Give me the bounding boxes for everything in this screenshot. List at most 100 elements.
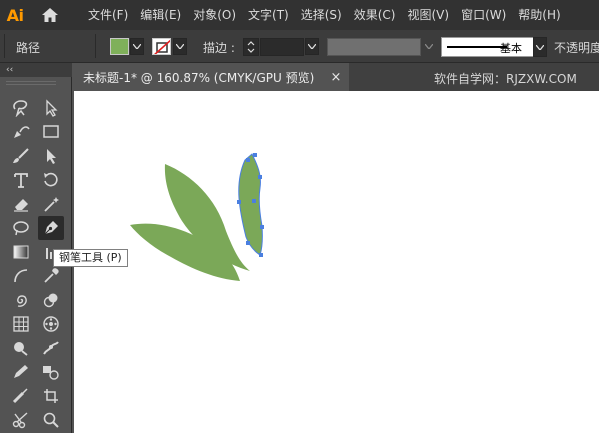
brush-definition-dropdown[interactable] <box>533 37 547 57</box>
artboard-canvas[interactable] <box>74 91 599 433</box>
puppet-warp-icon <box>43 341 59 355</box>
chevron-down-icon <box>176 44 184 49</box>
lasso-icon <box>13 221 29 236</box>
gradient-icon <box>13 245 29 259</box>
chevron-down-icon <box>133 44 141 49</box>
chevron-down-icon <box>425 44 433 49</box>
rotate-tool[interactable] <box>38 168 64 192</box>
leaf-artwork[interactable] <box>74 91 599 433</box>
blend-icon <box>43 293 58 308</box>
blob-brush-icon <box>12 388 28 404</box>
tools-panel: ‹‹ <box>0 63 72 433</box>
artboard-icon <box>44 389 58 403</box>
tools-panel-collapse[interactable]: ‹‹ <box>0 63 72 77</box>
menu-type[interactable]: 文字(T) <box>242 0 295 30</box>
watermark: 软件自学网：RJZXW.COM <box>434 72 577 86</box>
stepper-arrows-icon <box>247 41 255 53</box>
opacity-label[interactable]: 不透明度 <box>554 39 599 56</box>
app-logo: Ai <box>6 5 24 25</box>
brush-definition-label: 基本 <box>500 42 522 55</box>
anchor-point <box>246 158 250 162</box>
anchor-point <box>253 153 257 157</box>
gradient-tool[interactable] <box>8 240 34 264</box>
brush-stroke-preview <box>447 46 507 48</box>
pencil-tool[interactable] <box>8 360 34 384</box>
brush-definition-box[interactable]: 基本 <box>441 37 547 57</box>
magic-wand-lasso-tool[interactable] <box>8 96 34 120</box>
rectangle-tool[interactable] <box>38 120 64 144</box>
type-icon <box>14 173 28 188</box>
spiral-icon <box>17 295 27 307</box>
document-tab[interactable]: 未标题-1* @ 160.87% (CMYK/GPU 预览) × <box>72 63 349 91</box>
close-icon[interactable]: × <box>327 67 345 87</box>
tools-panel-grip[interactable] <box>6 81 56 85</box>
menu-window[interactable]: 窗口(W) <box>455 0 512 30</box>
zoom-tool[interactable] <box>38 408 64 432</box>
anchor-point <box>260 225 264 229</box>
scissors-icon <box>12 412 28 429</box>
anchor-point <box>258 175 262 179</box>
menu-effect[interactable]: 效果(C) <box>348 0 402 30</box>
curvature-pen-tool[interactable] <box>8 120 34 144</box>
selection-tool[interactable] <box>38 144 64 168</box>
magic-wand-tool[interactable] <box>38 192 64 216</box>
stroke-swatch[interactable] <box>152 38 171 55</box>
pen-icon <box>44 221 58 235</box>
control-bar: 路径 描边 : 基本 不透明度 <box>0 30 599 63</box>
width-tool[interactable] <box>8 216 34 240</box>
rectangular-grid-tool[interactable] <box>8 312 34 336</box>
shape-builder-tool[interactable] <box>8 336 34 360</box>
leaf-shape-selected <box>238 153 263 256</box>
chevron-down-icon <box>536 44 544 50</box>
stroke-weight-dropdown[interactable] <box>305 38 319 55</box>
blob-brush-tool[interactable] <box>8 384 34 408</box>
rotate-icon <box>44 172 58 187</box>
live-paint-icon <box>43 366 59 380</box>
paintbrush-tool[interactable] <box>8 144 34 168</box>
grip-divider <box>4 34 5 58</box>
live-paint-bucket-tool[interactable] <box>38 360 64 384</box>
menu-items: 文件(F) 编辑(E) 对象(O) 文字(T) 选择(S) 效果(C) 视图(V… <box>82 0 567 30</box>
eraser-tool[interactable] <box>8 192 34 216</box>
puppet-warp-tool[interactable] <box>38 336 64 360</box>
variable-width-profile[interactable] <box>327 38 421 56</box>
stroke-dropdown-button[interactable] <box>173 38 187 55</box>
eraser-icon <box>14 199 28 212</box>
fill-dropdown-button[interactable] <box>130 38 144 55</box>
menu-file[interactable]: 文件(F) <box>82 0 134 30</box>
pencil-icon <box>14 365 28 378</box>
eyedropper-icon <box>44 268 59 283</box>
home-icon[interactable] <box>36 0 64 30</box>
document-tab-bar: 未标题-1* @ 160.87% (CMYK/GPU 预览) × 软件自学网：R… <box>72 63 599 91</box>
anchor-point <box>259 253 263 257</box>
variable-width-dropdown[interactable] <box>422 38 436 55</box>
menu-object[interactable]: 对象(O) <box>187 0 242 30</box>
menu-view[interactable]: 视图(V) <box>401 0 455 30</box>
document-tab-title: 未标题-1* @ 160.87% (CMYK/GPU 预览) <box>83 70 315 85</box>
blend-tool[interactable] <box>38 288 64 312</box>
stroke-weight-field[interactable] <box>260 38 304 56</box>
direct-selection-arrow-icon <box>46 99 58 117</box>
artboard-tool[interactable] <box>38 384 64 408</box>
fill-swatch[interactable] <box>110 38 129 55</box>
no-stroke-icon <box>154 39 170 54</box>
symbol-sprayer-tool[interactable] <box>38 312 64 336</box>
grid-icon <box>13 316 29 332</box>
chevron-down-icon <box>308 44 316 49</box>
spiral-tool[interactable] <box>8 288 34 312</box>
stroke-weight-stepper[interactable] <box>243 38 259 56</box>
eyedropper-tool[interactable] <box>38 264 64 288</box>
direct-selection-tool[interactable] <box>38 96 64 120</box>
menu-select[interactable]: 选择(S) <box>295 0 348 30</box>
anchor-point <box>252 199 256 203</box>
menu-help[interactable]: 帮助(H) <box>512 0 566 30</box>
type-tool[interactable] <box>8 168 34 192</box>
arc-icon <box>14 269 28 283</box>
arc-tool[interactable] <box>8 264 34 288</box>
stroke-label[interactable]: 描边 : <box>203 39 235 56</box>
pen-tool-tooltip: 钢笔工具 (P) <box>53 249 128 267</box>
menu-edit[interactable]: 编辑(E) <box>134 0 187 30</box>
scissors-tool[interactable] <box>8 408 34 432</box>
symbol-sprayer-icon <box>43 316 59 332</box>
pen-tool[interactable] <box>38 216 64 240</box>
